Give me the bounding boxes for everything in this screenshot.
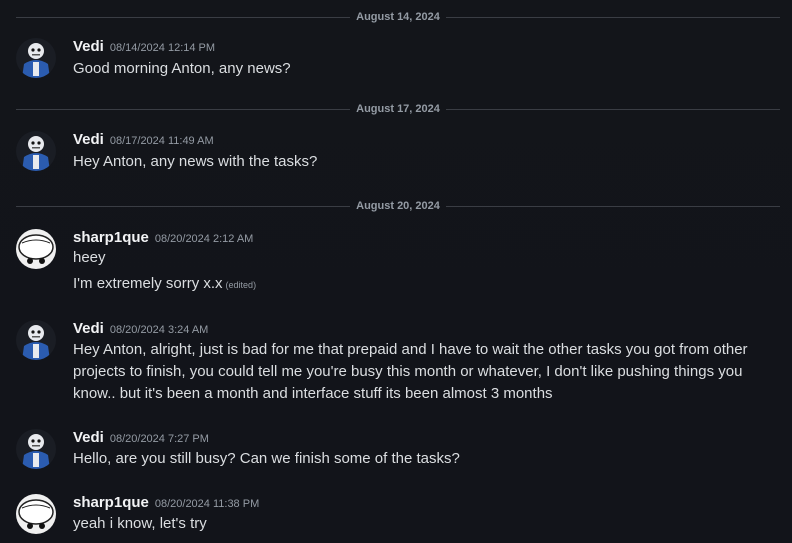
username[interactable]: sharp1que bbox=[73, 494, 149, 511]
timestamp: 08/20/2024 7:27 PM bbox=[109, 433, 209, 445]
skeleton-avatar-icon[interactable] bbox=[16, 38, 56, 78]
message[interactable]: Vedi 08/20/2024 7:27 PM Hello, are you st… bbox=[16, 429, 780, 473]
username[interactable]: Vedi bbox=[73, 429, 104, 446]
timestamp: 08/20/2024 11:38 PM bbox=[154, 498, 260, 510]
date-divider-label: August 14, 2024 bbox=[356, 11, 440, 23]
username[interactable]: sharp1que bbox=[73, 229, 149, 246]
message[interactable]: Vedi 08/17/2024 11:49 AM Hey Anton, any n… bbox=[16, 131, 780, 175]
date-divider-label: August 17, 2024 bbox=[356, 103, 440, 115]
ghost-avatar-icon[interactable] bbox=[16, 494, 56, 534]
message-text: I'm extremely sorry x.x bbox=[73, 275, 223, 292]
date-divider: August 20, 2024 bbox=[16, 199, 781, 213]
message[interactable]: Vedi 08/20/2024 3:24 AM Hey Anton, alrigh… bbox=[16, 320, 780, 408]
username[interactable]: Vedi bbox=[73, 131, 104, 148]
message-text: Hey Anton, alright, just is bad for me t… bbox=[73, 341, 748, 402]
ghost-avatar-icon[interactable] bbox=[16, 229, 56, 269]
username[interactable]: Vedi bbox=[73, 38, 104, 55]
message-header: Vedi 08/20/2024 3:24 AM bbox=[73, 320, 208, 339]
timestamp: 08/17/2024 11:49 AM bbox=[109, 135, 214, 147]
message-text: yeah i know, let's try bbox=[73, 515, 207, 532]
message-header: Vedi 08/14/2024 12:14 PM bbox=[73, 38, 215, 57]
message[interactable]: Vedi 08/14/2024 12:14 PM Good morning Ant… bbox=[16, 38, 780, 82]
message-text: Hello, are you still busy? Can we finish… bbox=[73, 450, 460, 467]
edited-tag: (edited) bbox=[225, 280, 257, 290]
username[interactable]: Vedi bbox=[73, 320, 104, 337]
timestamp: 08/14/2024 12:14 PM bbox=[109, 42, 216, 54]
skeleton-avatar-icon[interactable] bbox=[16, 131, 56, 171]
message-header: sharp1que 08/20/2024 2:12 AM bbox=[73, 229, 253, 248]
message-header: Vedi 08/20/2024 7:27 PM bbox=[73, 429, 209, 448]
message[interactable]: sharp1que 08/20/2024 11:38 PM yeah i know… bbox=[16, 494, 780, 538]
message-text-edited: I'm extremely sorry x.x (edited) bbox=[73, 273, 780, 296]
message-text: Good morning Anton, any news? bbox=[73, 60, 291, 77]
timestamp: 08/20/2024 2:12 AM bbox=[154, 233, 254, 245]
skeleton-avatar-icon[interactable] bbox=[16, 429, 56, 469]
message-header: Vedi 08/17/2024 11:49 AM bbox=[73, 131, 214, 150]
message-text: Hey Anton, any news with the tasks? bbox=[73, 153, 318, 170]
message[interactable]: sharp1que 08/20/2024 2:12 AM heey I'm ext… bbox=[16, 229, 780, 299]
date-divider: August 17, 2024 bbox=[16, 102, 781, 116]
message-header: sharp1que 08/20/2024 11:38 PM bbox=[73, 494, 259, 513]
timestamp: 08/20/2024 3:24 AM bbox=[109, 324, 209, 336]
chat-message-list[interactable]: August 14, 2024 Vedi 08/14/2024 12:14 PM … bbox=[0, 0, 792, 543]
date-divider: August 14, 2024 bbox=[16, 10, 781, 24]
skeleton-avatar-icon[interactable] bbox=[16, 320, 56, 360]
date-divider-label: August 20, 2024 bbox=[356, 200, 440, 212]
message-text: heey bbox=[73, 249, 106, 266]
